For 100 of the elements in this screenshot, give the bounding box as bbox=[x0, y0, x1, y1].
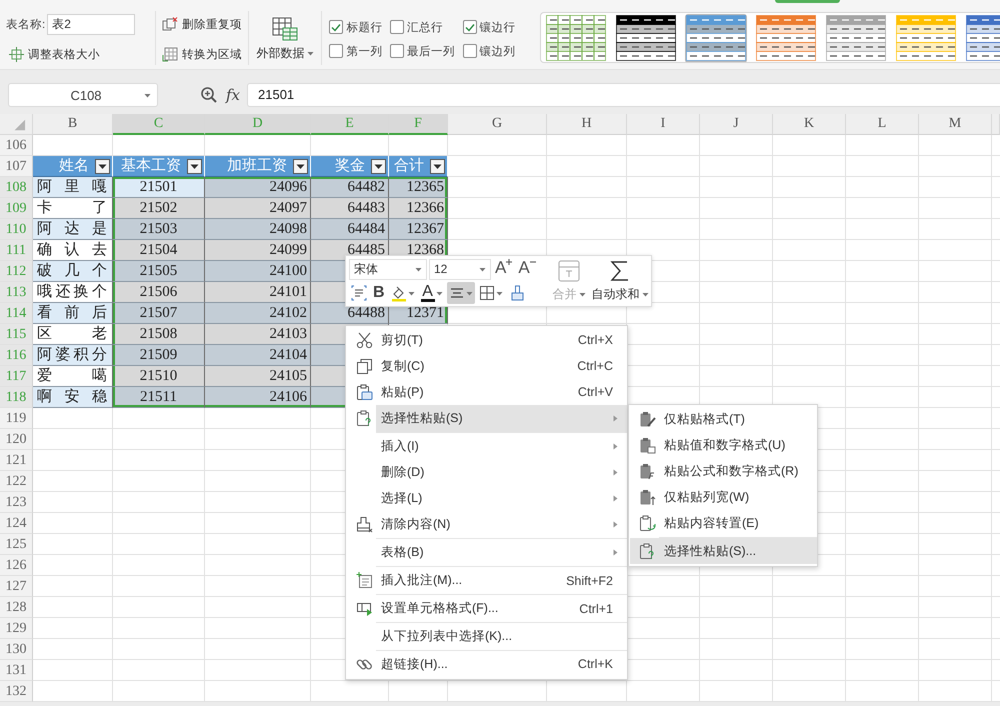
table-style-swatch[interactable] bbox=[825, 14, 887, 62]
clipboard-rotate-icon bbox=[639, 515, 656, 532]
column-header[interactable]: K bbox=[773, 114, 846, 135]
external-data-button[interactable]: 外部数据 bbox=[255, 14, 315, 64]
remove-duplicates-button[interactable]: 删除重复项 bbox=[159, 14, 245, 34]
menu-item[interactable]: 插入(I) bbox=[347, 433, 627, 459]
table-cell: 21506 bbox=[113, 282, 205, 303]
column-header[interactable]: I bbox=[627, 114, 700, 135]
name-box[interactable]: C108 bbox=[8, 83, 158, 107]
filter-button[interactable] bbox=[187, 158, 202, 174]
autosum-button[interactable]: 自动求和 bbox=[588, 258, 652, 304]
row-header[interactable]: 128 bbox=[0, 597, 33, 618]
row-header[interactable]: 125 bbox=[0, 534, 33, 555]
column-header[interactable]: G bbox=[448, 114, 547, 135]
table-style-swatch[interactable] bbox=[545, 14, 607, 62]
column-header[interactable]: L bbox=[846, 114, 919, 135]
table-cell: 确 认 去 bbox=[33, 240, 113, 261]
menu-item[interactable]: 清除内容(N) bbox=[376, 511, 627, 539]
row-header[interactable]: 106 bbox=[0, 135, 33, 156]
menu-item[interactable]: 删除(D) bbox=[347, 459, 627, 485]
checkbox[interactable] bbox=[390, 20, 404, 34]
function-label[interactable]: fx bbox=[226, 86, 240, 104]
resize-table-button[interactable]: 调整表格大小 bbox=[6, 45, 149, 64]
table-style-swatch[interactable] bbox=[895, 14, 957, 62]
table-style-swatch[interactable] bbox=[755, 14, 817, 62]
menu-item[interactable]: 复制(C) Ctrl+C bbox=[347, 353, 627, 379]
grow-font-button[interactable]: A bbox=[493, 258, 514, 280]
clipboard-brush-icon bbox=[639, 410, 656, 428]
checkbox[interactable] bbox=[329, 20, 344, 34]
row-header[interactable]: 129 bbox=[0, 618, 33, 639]
plus-icon bbox=[506, 259, 512, 265]
table-style-swatch[interactable] bbox=[615, 14, 677, 62]
menu-item[interactable]: 剪切(T) Ctrl+X bbox=[347, 327, 627, 353]
table-name-field[interactable]: 表2 bbox=[47, 14, 136, 35]
zoom-icon[interactable] bbox=[200, 86, 218, 104]
menu-item[interactable]: 超链接(H)... Ctrl+K bbox=[347, 651, 627, 677]
table-cell: 21508 bbox=[113, 324, 205, 345]
menu-item[interactable]: 插入批注(M)... Shift+F2 bbox=[376, 567, 627, 595]
filter-button[interactable] bbox=[95, 158, 110, 174]
row-header[interactable]: 132 bbox=[0, 681, 33, 702]
menu-item[interactable]: 设置单元格格式(F)... Ctrl+1 bbox=[376, 595, 627, 623]
row-header[interactable]: 126 bbox=[0, 555, 33, 576]
row-header[interactable]: 127 bbox=[0, 576, 33, 597]
menu-item[interactable]: 粘贴值和数字格式(U) bbox=[630, 432, 817, 458]
scissors-icon bbox=[356, 332, 373, 348]
table-cell: 24102 bbox=[205, 303, 311, 324]
clipboard-icon bbox=[356, 384, 373, 400]
caret-icon bbox=[578, 292, 586, 297]
table-cell: 24103 bbox=[205, 324, 311, 345]
row-header[interactable]: 131 bbox=[0, 660, 33, 681]
filter-button[interactable] bbox=[293, 158, 308, 174]
column-header[interactable]: H bbox=[547, 114, 627, 135]
table-cell: 区 老 bbox=[33, 324, 113, 345]
shrink-font-button[interactable]: A bbox=[516, 258, 538, 280]
bold-button[interactable]: B bbox=[371, 282, 387, 304]
table-cell: 阿 里 嘎 bbox=[33, 177, 113, 198]
column-header[interactable]: B bbox=[33, 114, 113, 135]
align-button[interactable] bbox=[446, 282, 475, 304]
row-header[interactable]: 130 bbox=[0, 639, 33, 660]
table-cell: 21509 bbox=[113, 345, 205, 366]
table-cell: 21503 bbox=[113, 219, 205, 240]
table-cell: 啊 安 稳 bbox=[33, 387, 113, 408]
row-header[interactable]: 121 bbox=[0, 450, 33, 471]
filter-button[interactable] bbox=[430, 158, 445, 174]
row-header[interactable]: 120 bbox=[0, 429, 33, 450]
menu-item[interactable]: 仅粘贴格式(T) bbox=[630, 406, 817, 432]
formula-field[interactable]: 21501 bbox=[247, 83, 1000, 107]
table-cell: 64484 bbox=[311, 219, 389, 240]
header-label: 奖金 bbox=[334, 157, 366, 176]
column-header[interactable]: M bbox=[919, 114, 992, 135]
row-header[interactable]: 123 bbox=[0, 492, 33, 513]
menu-item[interactable]: 从下拉列表中选择(K)... bbox=[376, 623, 627, 651]
convert-to-range-button[interactable]: 转换为区域 bbox=[159, 44, 245, 64]
comment-icon bbox=[356, 572, 373, 589]
checkbox[interactable] bbox=[390, 44, 404, 58]
font-color-button[interactable]: A bbox=[418, 282, 445, 304]
menu-item[interactable]: 仅粘贴列宽(W) bbox=[630, 484, 817, 510]
menu-item[interactable]: 粘贴公式和数字格式(R) bbox=[630, 458, 817, 484]
filter-button[interactable] bbox=[371, 158, 386, 174]
checkbox[interactable] bbox=[462, 44, 477, 58]
submenu-arrow-icon bbox=[613, 415, 618, 422]
checkbox[interactable] bbox=[462, 20, 477, 34]
menu-item[interactable]: 选择性粘贴(S)... bbox=[630, 538, 817, 564]
row-header[interactable]: 124 bbox=[0, 513, 33, 534]
row-header[interactable]: 107 bbox=[0, 156, 33, 177]
table-style-swatch[interactable] bbox=[685, 14, 747, 62]
menu-item[interactable]: 粘贴(P) Ctrl+V bbox=[347, 379, 627, 405]
checkbox[interactable] bbox=[329, 44, 344, 58]
table-cell: 24104 bbox=[205, 345, 311, 366]
font-name-field[interactable]: 宋体 bbox=[349, 258, 427, 280]
caret-icon bbox=[496, 290, 503, 296]
column-header[interactable]: J bbox=[700, 114, 773, 135]
table-cell: 21511 bbox=[113, 387, 205, 408]
row-header[interactable]: 119 bbox=[0, 408, 33, 429]
menu-item[interactable]: 选择(L) bbox=[347, 485, 627, 511]
clipboard-question-icon bbox=[356, 410, 373, 427]
menu-item[interactable]: 表格(B) bbox=[376, 539, 627, 567]
row-header[interactable]: 122 bbox=[0, 471, 33, 492]
font-size-field[interactable]: 12 bbox=[429, 258, 491, 280]
table-cell: 阿 达 是 bbox=[33, 219, 113, 240]
